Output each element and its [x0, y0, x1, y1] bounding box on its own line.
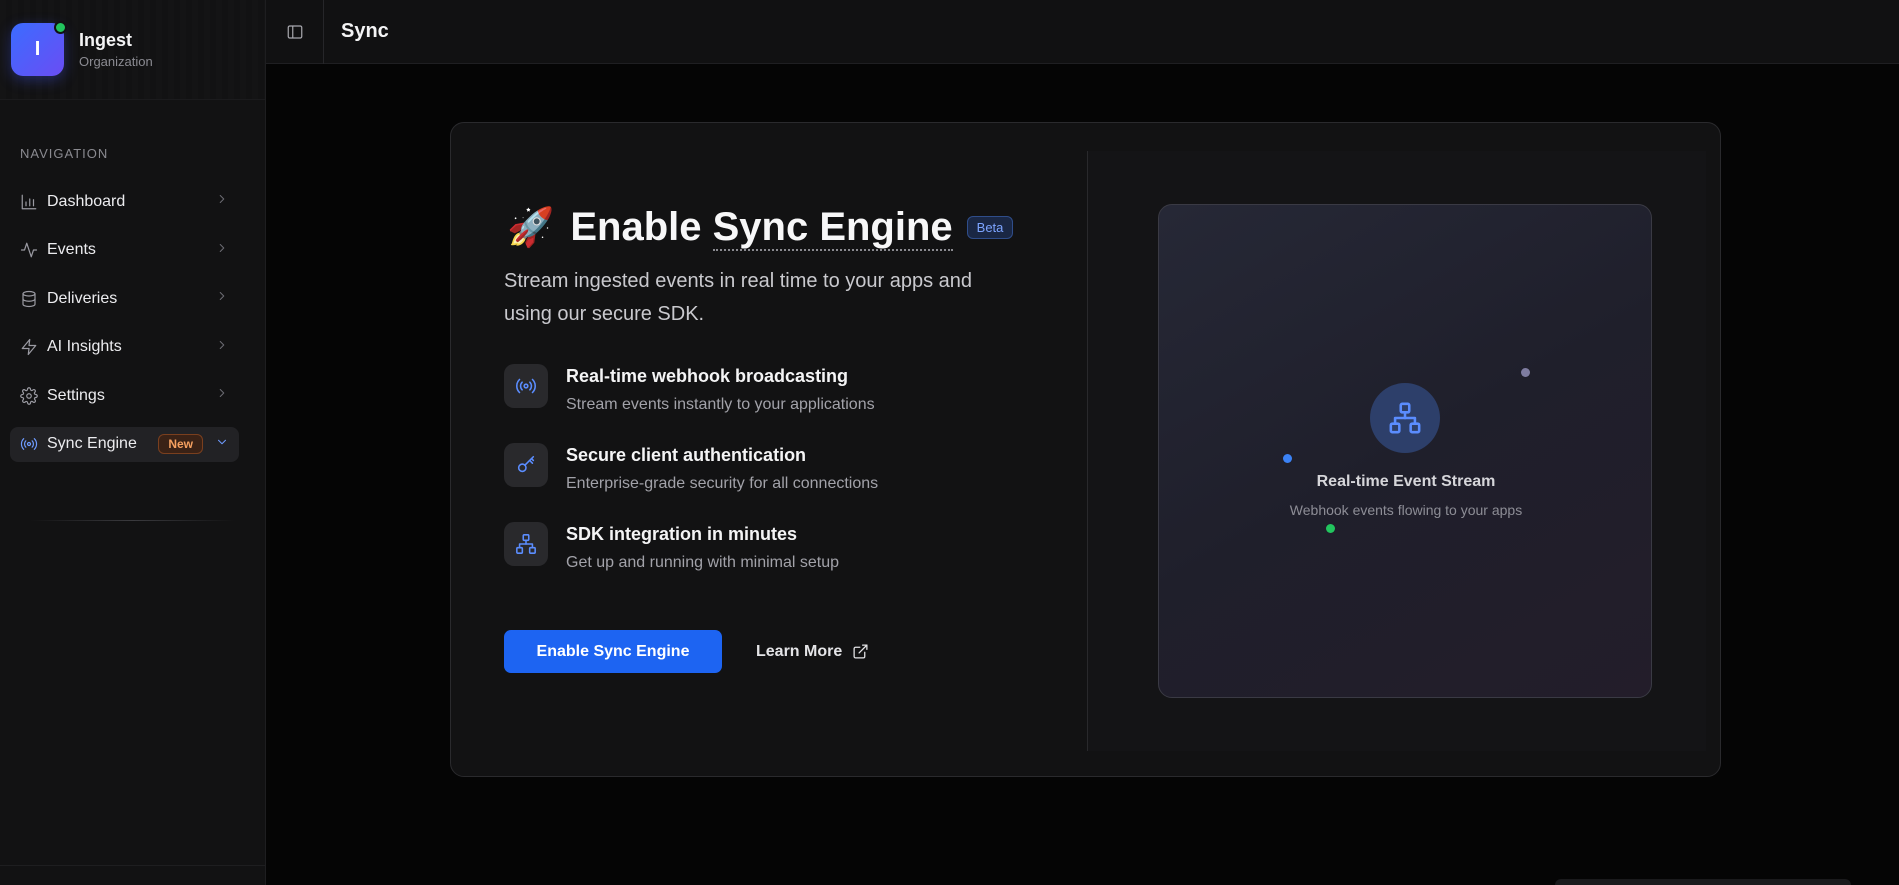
- online-status-dot: [54, 21, 67, 34]
- sidebar-footer: [0, 865, 266, 885]
- sidebar-item-dashboard[interactable]: Dashboard: [10, 184, 239, 219]
- card-divider: [1087, 151, 1088, 751]
- feature-item: Real-time webhook broadcasting Stream ev…: [504, 364, 878, 443]
- scroll-indicator: [1555, 879, 1851, 885]
- hero-title-text: Enable Sync Engine: [570, 205, 953, 251]
- org-switcher[interactable]: I Ingest Organization: [0, 0, 265, 100]
- sidebar-toggle-button[interactable]: [266, 0, 324, 64]
- sidebar-item-label: Sync Engine: [47, 435, 137, 452]
- sidebar: I Ingest Organization NAVIGATION Dashboa…: [0, 0, 266, 885]
- chevron-right-icon: [215, 386, 229, 405]
- feature-title: SDK integration in minutes: [566, 524, 798, 544]
- chevron-right-icon: [215, 192, 229, 211]
- sidebar-divider: [30, 520, 235, 521]
- hero-title-prefix: Enable: [570, 205, 713, 249]
- network-icon: [1370, 383, 1440, 453]
- sidebar-item-events[interactable]: Events: [10, 233, 239, 268]
- chevron-right-icon: [215, 338, 229, 357]
- external-link-icon: [853, 644, 868, 659]
- enable-sync-engine-button[interactable]: Enable Sync Engine: [504, 630, 722, 673]
- learn-more-label: Learn More: [756, 642, 843, 660]
- hero-title: 🚀 Enable Sync Engine Beta: [507, 205, 1014, 251]
- activity-icon: [20, 241, 38, 259]
- hero-title-term: Sync Engine: [712, 205, 953, 251]
- page-title: Sync: [341, 20, 389, 42]
- learn-more-link[interactable]: Learn More: [756, 630, 869, 673]
- broadcast-icon: [20, 435, 38, 453]
- preview-desc: Webhook events flowing to your apps: [1289, 502, 1523, 518]
- org-type: Organization: [79, 54, 153, 69]
- chevron-right-icon: [215, 241, 229, 260]
- org-initial: I: [34, 38, 41, 60]
- gear-icon: [20, 386, 38, 405]
- nav-heading: NAVIGATION: [20, 146, 109, 161]
- beta-badge: Beta: [966, 216, 1014, 239]
- feature-title: Secure client authentication: [566, 445, 807, 465]
- new-badge: New: [158, 434, 203, 454]
- sidebar-item-settings[interactable]: Settings: [10, 378, 239, 413]
- network-icon: [504, 522, 548, 566]
- top-bar: Sync: [266, 0, 1899, 64]
- panel-left-icon: [287, 24, 302, 39]
- feature-list: Real-time webhook broadcasting Stream ev…: [504, 364, 878, 601]
- hero-subtitle: Stream ingested events in real time to y…: [504, 270, 973, 325]
- key-icon: [504, 443, 548, 487]
- event-dot: [1283, 454, 1292, 463]
- chevron-right-icon: [215, 289, 229, 308]
- sidebar-item-label: Settings: [47, 386, 105, 404]
- chevron-down-icon: [215, 435, 229, 454]
- feature-item: SDK integration in minutes Get up and ru…: [504, 522, 878, 601]
- sync-engine-card: 🚀 Enable Sync Engine Beta Stream ingeste…: [450, 122, 1721, 777]
- sidebar-item-ai-insights[interactable]: AI Insights: [10, 330, 239, 365]
- feature-desc: Stream events instantly to your applicat…: [566, 396, 875, 413]
- feature-desc: Get up and running with minimal setup: [566, 554, 840, 571]
- zap-icon: [20, 338, 38, 356]
- rocket-icon: 🚀: [507, 206, 555, 249]
- sidebar-item-label: Events: [47, 241, 96, 258]
- org-name: Ingest: [79, 30, 133, 50]
- sidebar-nav: Dashboard Events Deliveries AI Insights: [10, 184, 239, 475]
- feature-item: Secure client authentication Enterprise-…: [504, 443, 878, 522]
- event-dot: [1326, 524, 1335, 533]
- feature-title: Real-time webhook broadcasting: [566, 366, 849, 386]
- sidebar-item-label: AI Insights: [47, 338, 122, 355]
- event-stream-preview: Real-time Event Stream Webhook events fl…: [1158, 204, 1652, 698]
- bar-chart-icon: [20, 193, 38, 211]
- sidebar-item-label: Deliveries: [47, 289, 118, 307]
- database-icon: [20, 290, 38, 308]
- sidebar-item-deliveries[interactable]: Deliveries: [10, 281, 239, 316]
- sidebar-item-label: Dashboard: [47, 192, 126, 210]
- org-avatar: I: [11, 21, 67, 76]
- event-dot: [1521, 368, 1530, 377]
- broadcast-icon: [504, 364, 548, 408]
- preview-title: Real-time Event Stream: [1316, 473, 1496, 490]
- sidebar-item-sync-engine[interactable]: Sync Engine New: [10, 426, 239, 462]
- feature-desc: Enterprise-grade security for all connec…: [566, 475, 879, 492]
